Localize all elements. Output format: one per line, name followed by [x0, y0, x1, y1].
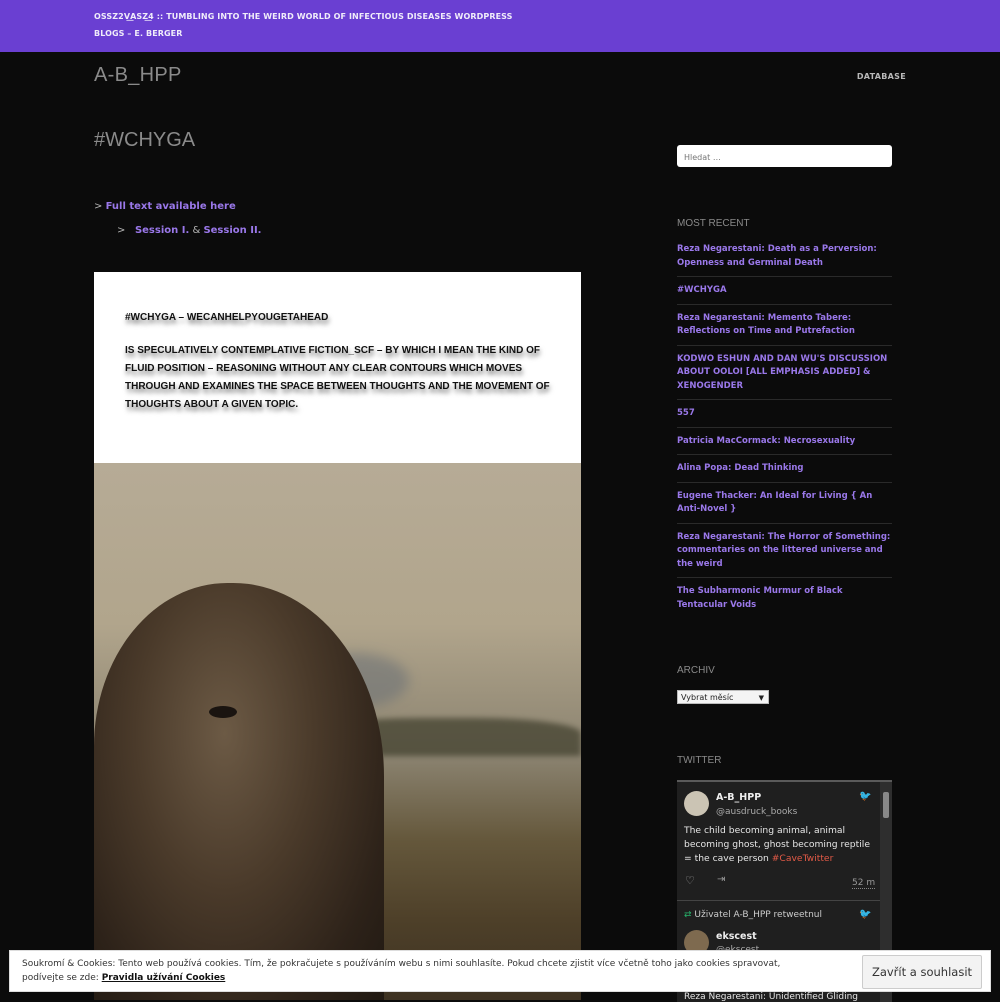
avatar[interactable]: [684, 791, 709, 816]
accept-cookies-button[interactable]: Zavřít a souhlasit: [862, 955, 982, 989]
twitter-bird-icon[interactable]: 🐦: [859, 909, 871, 920]
post-image[interactable]: #WCHYGA – WECANHELPYOUGETAHEAD IS SPECUL…: [94, 272, 581, 1000]
fulltext-link[interactable]: Full text available here: [106, 201, 236, 212]
post-title: #WCHYGA: [94, 129, 196, 151]
archive-select-value: Vybrat měsíc: [681, 693, 734, 702]
recent-posts-list: Reza Negarestani: Death as a Perversion:…: [677, 236, 892, 618]
recent-post-link[interactable]: 557: [677, 400, 892, 428]
tweet-hashtag[interactable]: #CaveTwitter: [772, 853, 834, 864]
image-caption: #WCHYGA – WECANHELPYOUGETAHEAD IS SPECUL…: [125, 309, 565, 414]
retweet-icon: ⇄: [684, 910, 692, 920]
twitter-bird-icon[interactable]: 🐦: [859, 791, 871, 802]
search-input[interactable]: [682, 152, 886, 163]
most-recent-heading: MOST RECENT: [677, 218, 750, 229]
photo-animal-eye: [209, 706, 237, 718]
fulltext-line: > Full text available here: [94, 201, 236, 212]
recent-post-link[interactable]: Reza Negarestani: Memento Tabere: Reflec…: [677, 305, 892, 346]
recent-post-link[interactable]: KODWO ESHUN AND DAN WU'S DISCUSSION ABOU…: [677, 346, 892, 400]
recent-post-link[interactable]: Alina Popa: Dead Thinking: [677, 455, 892, 483]
image-caption-title: #WCHYGA – WECANHELPYOUGETAHEAD: [125, 312, 329, 323]
photo-animal: [94, 583, 384, 1000]
recent-post-link[interactable]: Reza Negarestani: The Horror of Somethin…: [677, 524, 892, 578]
top-banner: OSSZ2V͟ASZ͟4 :: TUMBLING INTO THE WEIRD …: [0, 0, 1000, 52]
like-icon[interactable]: ♡: [685, 874, 695, 887]
cookie-message: Soukromí & Cookies: Tento web používá co…: [22, 957, 812, 985]
photo: [94, 463, 581, 1000]
sessions-line: > Session I. & Session II.: [117, 225, 261, 236]
cookie-policy-link[interactable]: Pravidla užívání Cookies: [102, 973, 226, 983]
archive-heading: ARCHIV: [677, 665, 715, 676]
twitter-heading: TWITTER: [677, 755, 722, 766]
retweet-label: ⇄ Uživatel A-B_HPP retweetnul: [684, 910, 822, 920]
share-icon[interactable]: ⇥: [717, 874, 725, 885]
tweet-text: Reza Negarestani: Unidentified Gliding: [684, 992, 859, 1002]
archive-select[interactable]: Vybrat měsíc ▼: [677, 690, 769, 704]
recent-post-link[interactable]: Eugene Thacker: An Ideal for Living { An…: [677, 483, 892, 524]
tweet-time[interactable]: 52 m: [852, 878, 876, 889]
tweet-author-name[interactable]: ekscest: [716, 931, 757, 942]
ticker-text[interactable]: OSSZ2V͟ASZ͟4 :: TUMBLING INTO THE WEIRD …: [94, 8, 514, 42]
recent-post-link[interactable]: Reza Negarestani: Death as a Perversion:…: [677, 236, 892, 277]
recent-post-link[interactable]: #WCHYGA: [677, 277, 892, 305]
session-2-link[interactable]: Session II.: [203, 225, 261, 236]
search-box: [677, 145, 892, 167]
prefix-arrow: >: [117, 225, 126, 236]
session-1-link[interactable]: Session I.: [135, 225, 189, 236]
image-caption-body: IS SPECULATIVELY CONTEMPLATIVE FICTION_S…: [125, 345, 550, 410]
cookie-banner: Soukromí & Cookies: Tento web používá co…: [9, 950, 991, 992]
tweet-text: The child becoming animal, animal becomi…: [684, 824, 880, 866]
scrollbar-thumb[interactable]: [883, 792, 889, 818]
site-title[interactable]: A-B_HPP: [94, 64, 182, 87]
ampersand: &: [192, 225, 201, 236]
tweet-card[interactable]: A-B_HPP @ausdruck_books 🐦 The child beco…: [677, 782, 880, 901]
retweet-text: Uživatel A-B_HPP retweetnul: [694, 910, 822, 920]
dropdown-arrow-icon: ▼: [758, 694, 764, 702]
tweet-author-handle[interactable]: @ausdruck_books: [716, 807, 797, 817]
tweet-author-name[interactable]: A-B_HPP: [716, 792, 761, 803]
recent-post-link[interactable]: Patricia MacCormack: Necrosexuality: [677, 428, 892, 455]
nav-item-database[interactable]: DATABASE: [857, 72, 906, 81]
recent-post-link[interactable]: The Subharmonic Murmur of Black Tentacul…: [677, 578, 892, 618]
prefix-arrow: >: [94, 201, 103, 212]
